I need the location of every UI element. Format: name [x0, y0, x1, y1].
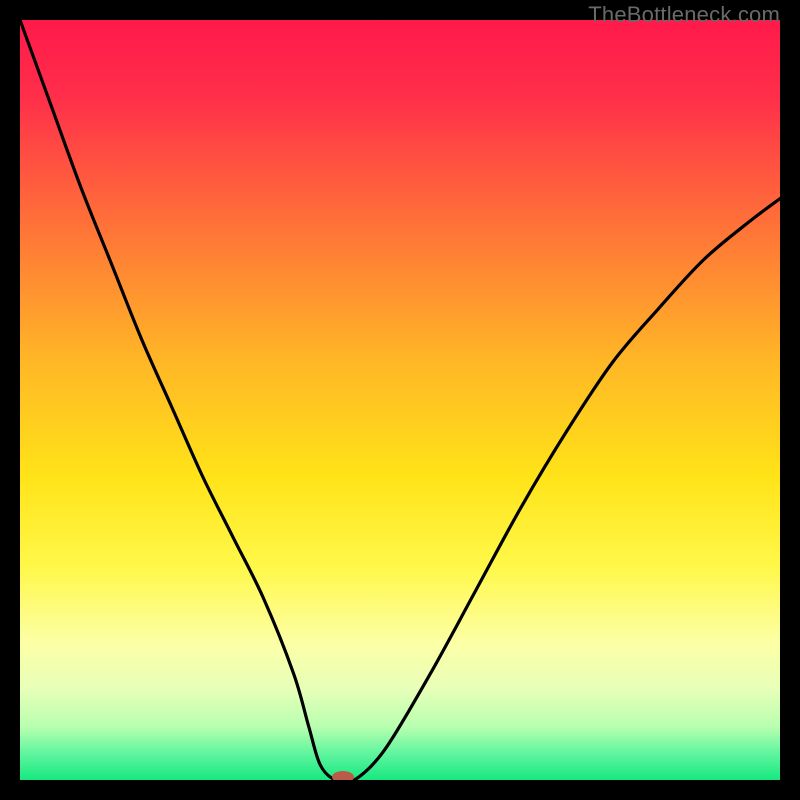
watermark-text: TheBottleneck.com	[588, 2, 780, 28]
gradient-background	[20, 20, 780, 780]
plot-area	[20, 20, 780, 780]
chart-svg	[20, 20, 780, 780]
chart-frame: TheBottleneck.com	[0, 0, 800, 800]
